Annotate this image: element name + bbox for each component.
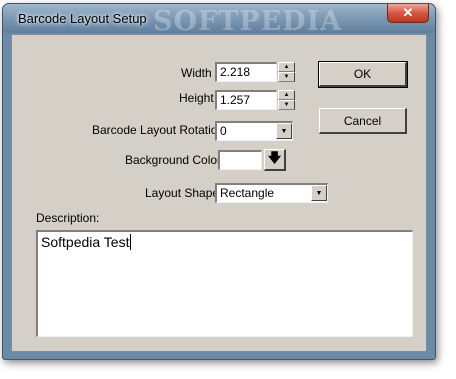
watermark: SOFTPEDIA <box>153 6 343 37</box>
rotation-label: Barcode Layout Rotation <box>92 123 225 137</box>
window-title: Barcode Layout Setup <box>18 11 147 26</box>
chevron-down-icon: ▼ <box>315 189 323 197</box>
arrow-down-icon: 🡇 <box>267 149 282 165</box>
text-caret <box>130 234 132 250</box>
layout-shape-dropdown-arrow[interactable]: ▼ <box>311 185 327 201</box>
ok-button-label: OK <box>353 67 372 81</box>
width-label: Width <box>181 66 212 80</box>
cancel-button-label: Cancel <box>343 113 382 128</box>
dialog-window: SOFTPEDIA Barcode Layout Setup ✕ Width 2… <box>2 3 436 360</box>
layout-shape-label: Layout Shape <box>145 186 220 200</box>
description-label: Description: <box>36 211 100 225</box>
rotation-value: 0 <box>220 124 227 138</box>
width-field[interactable]: 2.218 <box>215 62 277 82</box>
height-field[interactable]: 1.257 <box>215 90 277 110</box>
height-spin-down-button[interactable]: ▼ <box>278 100 295 110</box>
background-color-label: Background Color <box>125 153 222 167</box>
close-button[interactable]: ✕ <box>387 4 429 23</box>
height-label: Height <box>179 91 214 105</box>
description-text: Softpedia Test <box>41 234 130 250</box>
width-spinner: ▲ ▼ <box>278 62 295 82</box>
title-bar[interactable]: SOFTPEDIA Barcode Layout Setup ✕ <box>3 4 435 37</box>
height-spinner: ▲ ▼ <box>278 90 295 110</box>
layout-shape-dropdown[interactable]: Rectangle ▼ <box>215 183 328 203</box>
close-icon: ✕ <box>402 5 414 20</box>
chevron-down-icon: ▼ <box>280 127 288 135</box>
width-spin-up-button[interactable]: ▲ <box>278 62 295 72</box>
layout-shape-value: Rectangle <box>220 186 275 200</box>
cancel-button[interactable]: Cancel <box>319 108 407 134</box>
rotation-dropdown-arrow[interactable]: ▼ <box>276 123 292 139</box>
width-spin-down-button[interactable]: ▼ <box>278 72 295 82</box>
description-textarea[interactable]: Softpedia Test <box>36 230 413 337</box>
rotation-dropdown[interactable]: 0 ▼ <box>215 121 293 141</box>
ok-button[interactable]: OK <box>318 61 408 88</box>
background-color-swatch[interactable] <box>218 150 262 170</box>
dialog-client-area: Width 2.218 ▲ ▼ Height 1.257 ▲ ▼ Barcode… <box>11 34 427 352</box>
background-color-picker-button[interactable]: 🡇 <box>264 149 286 171</box>
height-spin-up-button[interactable]: ▲ <box>278 90 295 100</box>
